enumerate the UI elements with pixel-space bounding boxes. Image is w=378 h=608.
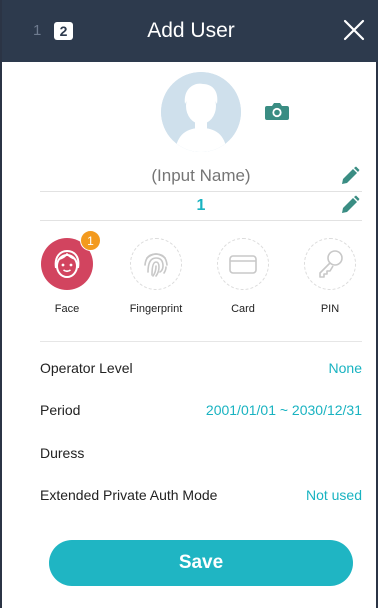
user-id-row: 1 (40, 193, 362, 221)
fingerprint-icon (144, 253, 168, 277)
face-auth-circle: 1 (41, 230, 101, 290)
auth-face-button[interactable]: 1 Face (39, 230, 101, 315)
extended-auth-label: Extended Private Auth Mode (40, 487, 218, 503)
face-count-badge: 1 (80, 230, 101, 251)
period-value: 2001/01/01 ~ 2030/12/31 (205, 402, 362, 418)
section-divider (40, 341, 362, 342)
save-button[interactable]: Save (49, 540, 353, 586)
period-label: Period (40, 402, 81, 418)
fingerprint-auth-circle (130, 238, 182, 290)
auth-pin-button[interactable]: PIN (302, 238, 358, 315)
auth-fingerprint-label: Fingerprint (129, 303, 183, 315)
pin-auth-circle (304, 238, 356, 290)
card-auth-circle (217, 238, 269, 290)
add-user-screen: 1 2 Add User (Input Name) 1 1 Face Finge… (0, 0, 378, 608)
page-title: Add User (147, 19, 235, 42)
user-id-value: 1 (196, 197, 206, 214)
name-field-row (40, 162, 362, 192)
auth-face-label: Face (54, 303, 80, 315)
duress-row[interactable]: Duress (40, 443, 362, 467)
period-row[interactable]: Period 2001/01/01 ~ 2030/12/31 (40, 400, 362, 424)
header-bar: 1 2 Add User (2, 0, 378, 62)
close-icon (343, 19, 365, 41)
operator-level-label: Operator Level (40, 360, 133, 376)
camera-button[interactable] (264, 100, 290, 122)
camera-icon (265, 103, 289, 120)
edit-id-button[interactable] (340, 195, 360, 215)
edit-name-button[interactable] (340, 166, 360, 186)
user-avatar (161, 72, 241, 152)
extended-auth-row[interactable]: Extended Private Auth Mode Not used (40, 485, 362, 509)
auth-card-label: Card (231, 303, 255, 315)
avatar-icon (161, 72, 241, 152)
auth-fingerprint-button[interactable]: Fingerprint (128, 238, 184, 315)
close-button[interactable] (342, 18, 366, 42)
extended-auth-value: Not used (305, 487, 362, 503)
pencil-icon (342, 195, 360, 213)
pencil-icon (342, 166, 360, 184)
card-icon (229, 255, 257, 274)
duress-label: Duress (40, 445, 85, 461)
key-icon (319, 250, 343, 278)
operator-level-value: None (328, 360, 362, 376)
auth-card-button[interactable]: Card (215, 238, 271, 315)
operator-level-row[interactable]: Operator Level None (40, 358, 362, 382)
name-input[interactable] (40, 166, 362, 186)
auth-pin-label: PIN (320, 303, 340, 315)
